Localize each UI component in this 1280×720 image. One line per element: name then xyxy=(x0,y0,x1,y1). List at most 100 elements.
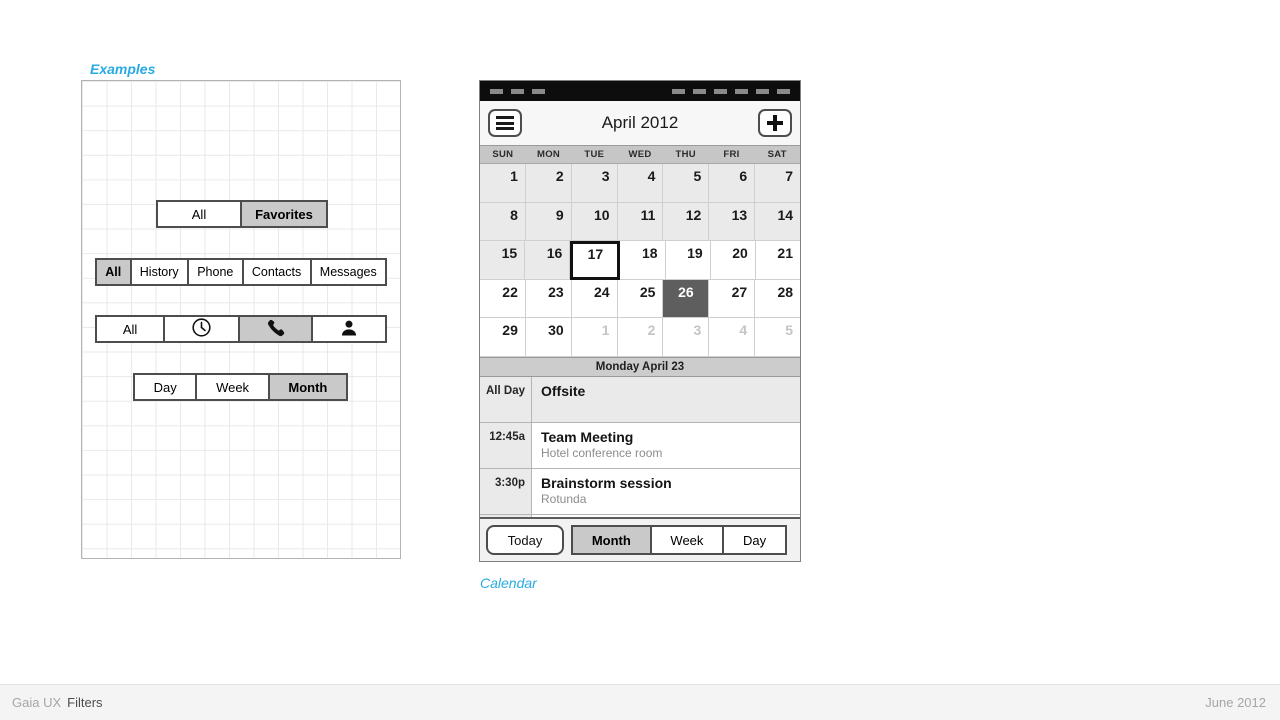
event-body: Offsite xyxy=(532,377,800,422)
segment-history-clock[interactable] xyxy=(165,317,240,341)
page-footer: Gaia UX Filters June 2012 xyxy=(0,684,1280,720)
event-row[interactable]: 3:30p Brainstorm session Rotunda xyxy=(480,468,800,515)
status-dash xyxy=(532,89,545,94)
status-bar-right-indicators xyxy=(672,89,790,94)
day-cell[interactable]: 26 xyxy=(663,279,710,319)
day-number: 28 xyxy=(777,283,794,300)
segment-all[interactable]: All xyxy=(97,260,132,284)
footer-date: June 2012 xyxy=(1205,695,1266,710)
day-number: 2 xyxy=(555,168,564,184)
status-dash xyxy=(490,89,503,94)
day-cell[interactable]: 17 xyxy=(570,241,621,280)
add-event-button[interactable] xyxy=(758,109,792,137)
plus-icon xyxy=(767,115,783,131)
day-cell[interactable]: 1 xyxy=(571,318,618,357)
day-cell[interactable]: 16 xyxy=(525,241,571,280)
event-title: Brainstorm session xyxy=(541,474,672,491)
menu-button[interactable] xyxy=(488,109,522,137)
day-cell[interactable]: 30 xyxy=(525,318,572,357)
day-number: 27 xyxy=(731,283,748,300)
day-number: 23 xyxy=(548,283,564,300)
weekday-sat: SAT xyxy=(767,149,787,160)
status-dash xyxy=(756,89,769,94)
segment-messages[interactable]: Messages xyxy=(311,260,386,284)
status-dash xyxy=(672,89,685,94)
app-header: April 2012 xyxy=(480,101,800,146)
day-cell[interactable]: 13 xyxy=(709,202,756,242)
day-cell[interactable]: 6 xyxy=(709,164,756,203)
day-cell[interactable]: 5 xyxy=(663,164,710,203)
day-cell[interactable]: 10 xyxy=(571,202,618,242)
segment-week[interactable]: Week xyxy=(197,375,270,399)
day-cell[interactable]: 14 xyxy=(755,202,800,242)
phone-mockup: April 2012 SUN MON TUE WED THU FRI SAT 1… xyxy=(479,80,801,562)
weekday-thu: THU xyxy=(675,149,696,160)
day-number: 24 xyxy=(594,283,610,300)
segment-day[interactable]: Day xyxy=(135,375,198,399)
event-body: Team Meeting Hotel conference room xyxy=(532,423,800,468)
segmented-call-tabs[interactable]: All History Phone Contacts Messages xyxy=(95,258,387,286)
status-dash xyxy=(777,89,790,94)
day-cell[interactable]: 9 xyxy=(525,202,572,242)
day-cell[interactable]: 12 xyxy=(663,202,710,242)
segment-month[interactable]: Month xyxy=(269,375,346,399)
day-cell[interactable]: 4 xyxy=(709,318,756,357)
day-cell[interactable]: 21 xyxy=(755,241,800,280)
day-cell[interactable]: 24 xyxy=(571,279,618,319)
day-cell[interactable]: 25 xyxy=(617,279,664,319)
segmented-all-favorites[interactable]: All Favorites xyxy=(156,200,328,228)
week-row: 22 23 24 25 26 27 28 xyxy=(480,279,800,319)
day-cell[interactable]: 7 xyxy=(755,164,800,203)
day-cell[interactable]: 5 xyxy=(755,318,800,357)
segment-contacts-person[interactable] xyxy=(313,317,386,341)
day-number: 3 xyxy=(693,322,702,339)
week-row: 15 16 17 18 19 20 21 xyxy=(480,241,800,280)
segment-all[interactable]: All xyxy=(97,317,166,341)
segment-month[interactable]: Month xyxy=(573,527,652,553)
today-button[interactable]: Today xyxy=(486,525,564,555)
segmented-icon-tabs[interactable]: All xyxy=(95,315,387,343)
page-root: Examples All Favorites All History Phone… xyxy=(0,0,1280,720)
segment-all[interactable]: All xyxy=(158,202,242,226)
day-number: 14 xyxy=(777,206,794,223)
segment-history[interactable]: History xyxy=(131,260,189,284)
day-cell[interactable]: 28 xyxy=(755,279,800,319)
event-location: Rotunda xyxy=(541,491,587,506)
day-cell[interactable]: 22 xyxy=(480,279,526,319)
event-row[interactable]: All Day Offsite xyxy=(480,376,800,423)
footer-section: Filters xyxy=(67,695,103,710)
event-row[interactable]: 12:45a Team Meeting Hotel conference room xyxy=(480,422,800,469)
day-cell[interactable]: 3 xyxy=(571,164,618,203)
segment-phone-handset[interactable] xyxy=(239,317,314,341)
week-row: 1 2 3 4 5 6 7 xyxy=(480,164,800,203)
day-number: 6 xyxy=(739,168,748,184)
day-cell[interactable]: 1 xyxy=(480,164,526,203)
segment-contacts[interactable]: Contacts xyxy=(243,260,312,284)
segment-week[interactable]: Week xyxy=(651,527,725,553)
day-number: 5 xyxy=(785,322,794,339)
day-cell[interactable]: 4 xyxy=(617,164,664,203)
day-cell[interactable]: 3 xyxy=(663,318,710,357)
day-cell[interactable]: 2 xyxy=(617,318,664,357)
day-cell[interactable]: 2 xyxy=(525,164,572,203)
day-number: 25 xyxy=(639,283,656,300)
weekday-header: SUN MON TUE WED THU FRI SAT xyxy=(480,146,800,164)
day-cell[interactable]: 20 xyxy=(710,241,756,280)
week-row: 8 9 10 11 12 13 14 xyxy=(480,202,800,242)
status-dash xyxy=(735,89,748,94)
segment-phone[interactable]: Phone xyxy=(188,260,244,284)
day-number: 1 xyxy=(510,168,518,184)
day-cell[interactable]: 15 xyxy=(480,241,526,280)
day-cell[interactable]: 19 xyxy=(665,241,711,280)
segment-day[interactable]: Day xyxy=(724,527,785,553)
segmented-day-week-month[interactable]: Day Week Month xyxy=(133,373,348,401)
day-cell[interactable]: 18 xyxy=(620,241,666,280)
segmented-view-switch[interactable]: Month Week Day xyxy=(571,525,787,555)
day-cell[interactable]: 11 xyxy=(617,202,664,242)
day-cell[interactable]: 29 xyxy=(480,318,526,357)
day-cell[interactable]: 27 xyxy=(709,279,756,319)
day-cell[interactable]: 23 xyxy=(525,279,572,319)
segment-favorites[interactable]: Favorites xyxy=(242,202,326,226)
page-title: April 2012 xyxy=(601,113,679,132)
day-cell[interactable]: 8 xyxy=(480,202,526,242)
